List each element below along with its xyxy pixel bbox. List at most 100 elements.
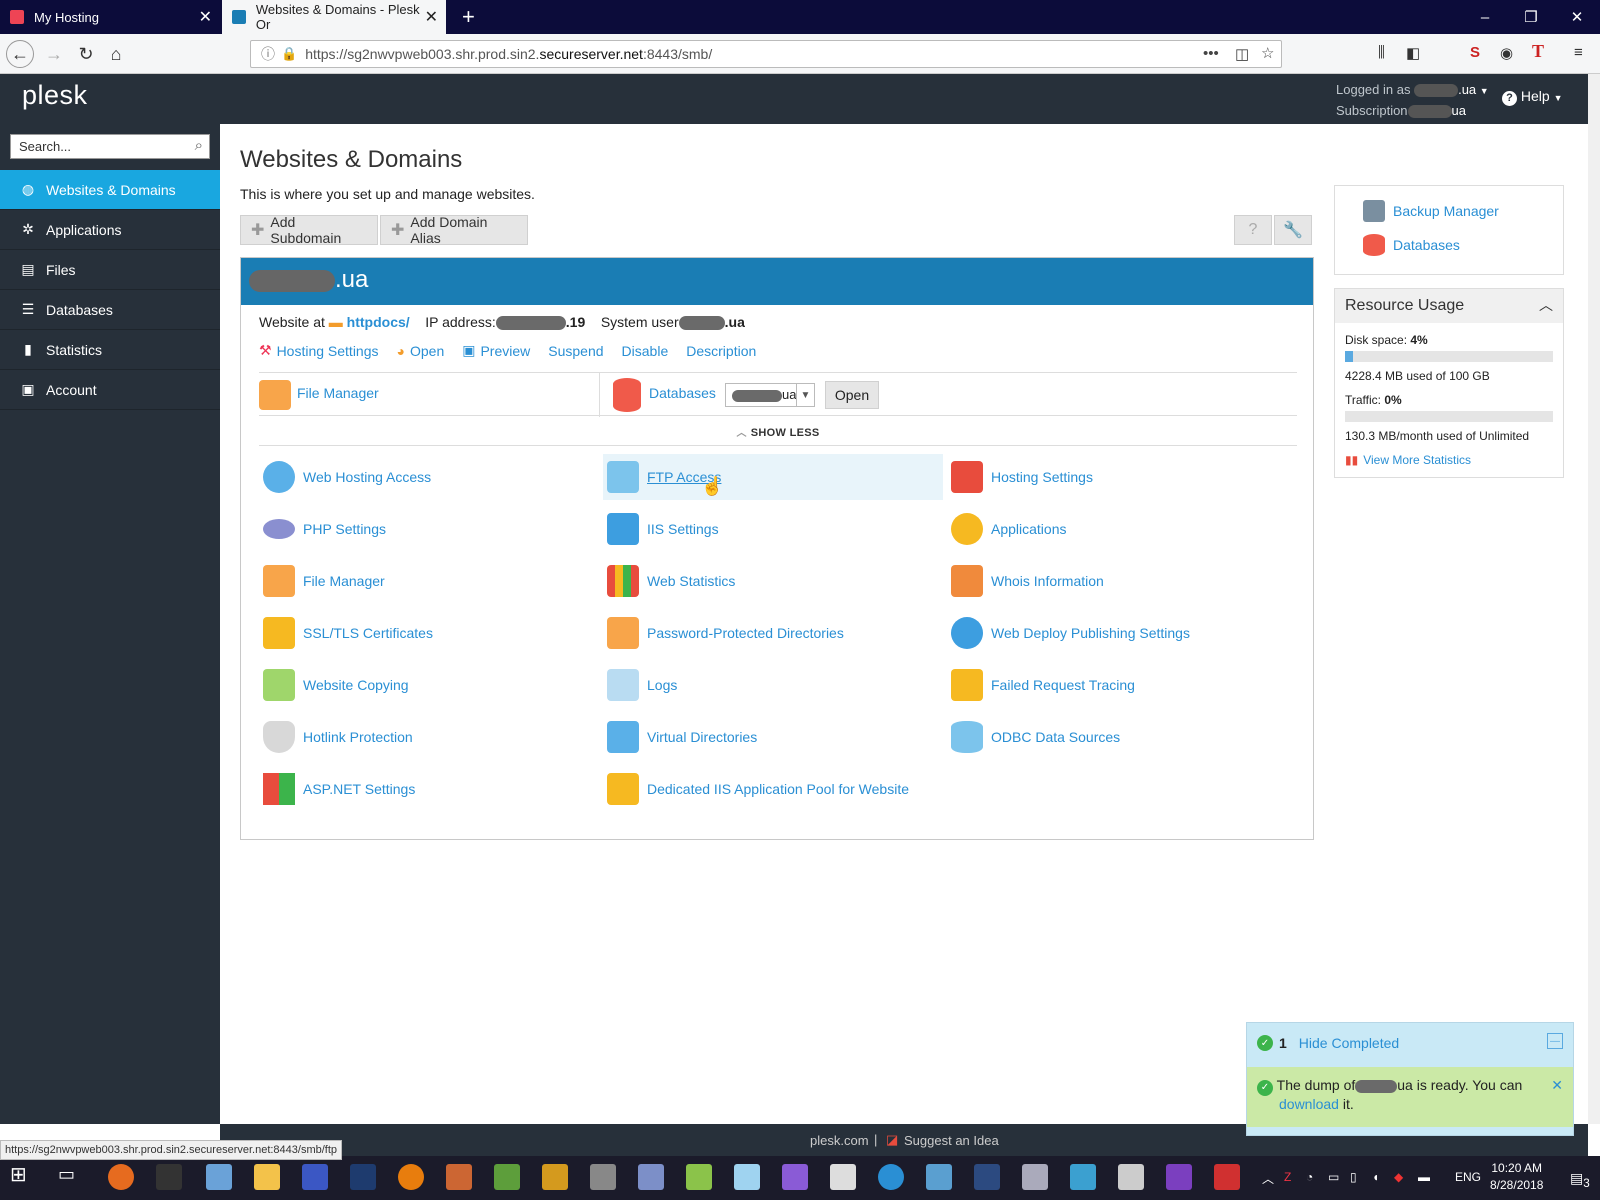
tool-label[interactable]: File Manager bbox=[303, 573, 385, 589]
minimize-icon[interactable]: – bbox=[1462, 0, 1508, 34]
bookmark-star-icon[interactable]: ☆ bbox=[1261, 44, 1274, 62]
sidebar-icon[interactable]: ◧ bbox=[1406, 44, 1420, 62]
page-scrollbar[interactable] bbox=[1588, 74, 1600, 1124]
app-icon[interactable] bbox=[446, 1164, 472, 1190]
minimize-icon[interactable]: — bbox=[1547, 1033, 1563, 1049]
tool-web-statistics[interactable]: Web Statistics bbox=[603, 558, 943, 604]
tool-logs[interactable]: Logs bbox=[603, 662, 943, 708]
plesk-com-link[interactable]: plesk.com bbox=[810, 1133, 869, 1148]
windows-start-icon[interactable]: ⊞ bbox=[10, 1162, 36, 1188]
app-icon[interactable] bbox=[1070, 1164, 1096, 1190]
database-select[interactable]: ua ▼ bbox=[725, 383, 815, 407]
pocket-icon[interactable]: ◫ bbox=[1235, 45, 1249, 63]
file-manager-quick-link[interactable]: File Manager bbox=[297, 385, 379, 401]
tool-php-settings[interactable]: PHP Settings bbox=[259, 506, 599, 552]
tool-label[interactable]: Web Deploy Publishing Settings bbox=[991, 625, 1190, 641]
sidebar-item-websites-domains[interactable]: ◍ Websites & Domains bbox=[0, 170, 220, 210]
tool-label[interactable]: ODBC Data Sources bbox=[991, 729, 1120, 745]
file-explorer-icon[interactable] bbox=[254, 1164, 280, 1190]
firefox-icon[interactable] bbox=[108, 1164, 134, 1190]
app-icon[interactable] bbox=[686, 1164, 712, 1190]
tool-ssl-tls-certificates[interactable]: SSL/TLS Certificates bbox=[259, 610, 599, 656]
tray-icon[interactable]: ◔ bbox=[1306, 1170, 1313, 1184]
open-link[interactable]: ◕ Open bbox=[397, 342, 445, 359]
terminal-icon[interactable] bbox=[156, 1164, 182, 1190]
browser-tab-websites-domains[interactable]: Websites & Domains - Plesk Or ✕ bbox=[222, 0, 446, 34]
tab-close-icon[interactable]: ✕ bbox=[199, 7, 212, 27]
tray-expand-icon[interactable]: ︿ bbox=[1262, 1170, 1274, 1187]
add-subdomain-button[interactable]: ✚ Add Subdomain bbox=[240, 214, 378, 246]
new-tab-icon[interactable]: + bbox=[452, 0, 485, 34]
logged-in-user[interactable]: .ua bbox=[1458, 82, 1476, 97]
suspend-link[interactable]: Suspend bbox=[548, 342, 603, 359]
tool-label[interactable]: Web Statistics bbox=[647, 573, 735, 589]
tool-dedicated-iis-application-pool[interactable]: Dedicated IIS Application Pool for Websi… bbox=[603, 766, 1003, 812]
app-icon[interactable] bbox=[926, 1164, 952, 1190]
tool-label[interactable]: Website Copying bbox=[303, 677, 409, 693]
description-link[interactable]: Description bbox=[686, 342, 756, 359]
link-label[interactable]: Databases bbox=[1393, 237, 1460, 253]
tool-iis-settings[interactable]: IIS Settings bbox=[603, 506, 943, 552]
tool-label[interactable]: Logs bbox=[647, 677, 677, 693]
tool-web-deploy-publishing-settings[interactable]: Web Deploy Publishing Settings bbox=[947, 610, 1287, 656]
app-icon[interactable] bbox=[638, 1164, 664, 1190]
photoshop-icon[interactable] bbox=[350, 1164, 376, 1190]
resource-usage-header[interactable]: Resource Usage ︿ bbox=[1335, 289, 1563, 323]
more-icon[interactable]: ••• bbox=[1203, 45, 1219, 62]
download-link[interactable]: download bbox=[1279, 1096, 1339, 1112]
tool-applications[interactable]: Applications bbox=[947, 506, 1287, 552]
tool-failed-request-tracing[interactable]: Failed Request Tracing bbox=[947, 662, 1287, 708]
app-icon[interactable] bbox=[542, 1164, 568, 1190]
tool-label[interactable]: SSL/TLS Certificates bbox=[303, 625, 433, 641]
info-icon[interactable]: ⓘ bbox=[261, 44, 275, 64]
filezilla-tray-icon[interactable]: Z bbox=[1284, 1170, 1291, 1184]
view-more-statistics-link[interactable]: ▮▮ View More Statistics bbox=[1345, 453, 1471, 467]
show-less-toggle[interactable]: ︿ SHOW LESS bbox=[241, 424, 1315, 439]
task-view-icon[interactable]: ▭ bbox=[58, 1164, 84, 1190]
sidebar-item-files[interactable]: ▤ Files bbox=[0, 250, 220, 290]
tool-hosting-settings[interactable]: Hosting Settings bbox=[947, 454, 1287, 500]
tool-asp-net-settings[interactable]: ASP.NET Settings bbox=[259, 766, 599, 812]
help-menu[interactable]: ? Help ▼ bbox=[1502, 88, 1563, 106]
tab-close-icon[interactable]: ✕ bbox=[425, 7, 438, 27]
tray-icon[interactable]: ▬ bbox=[1418, 1170, 1430, 1184]
sidebar-item-databases[interactable]: ☰ Databases bbox=[0, 290, 220, 330]
tray-icon[interactable]: ◆ bbox=[1394, 1170, 1403, 1184]
browser-tab-my-hosting[interactable]: My Hosting ✕ bbox=[0, 0, 220, 34]
app-icon[interactable] bbox=[878, 1164, 904, 1190]
sidebar-item-applications[interactable]: ✲ Applications bbox=[0, 210, 220, 250]
tool-label[interactable]: Failed Request Tracing bbox=[991, 677, 1135, 693]
visual-studio-icon[interactable] bbox=[1166, 1164, 1192, 1190]
tool-virtual-directories[interactable]: Virtual Directories bbox=[603, 714, 943, 760]
sidebar-item-account[interactable]: ▣ Account bbox=[0, 370, 220, 410]
url-bar[interactable]: ⓘ 🔒 https://sg2nwvpweb003.shr.prod.sin2.… bbox=[250, 40, 1282, 68]
search-icon[interactable]: ⌕ bbox=[195, 137, 203, 154]
preview-link[interactable]: ▣ Preview bbox=[462, 342, 530, 359]
tool-ftp-access[interactable]: FTP Access bbox=[603, 454, 943, 500]
tool-label[interactable]: Applications bbox=[991, 521, 1067, 537]
home-icon[interactable]: ⌂ bbox=[102, 40, 130, 68]
app-icon[interactable] bbox=[974, 1164, 1000, 1190]
volume-icon[interactable]: ◖ bbox=[1372, 1170, 1379, 1184]
window-close-icon[interactable]: ✕ bbox=[1554, 0, 1600, 34]
docroot-link[interactable]: httpdocs/ bbox=[347, 314, 410, 330]
link-label[interactable]: Backup Manager bbox=[1393, 203, 1499, 219]
extension-s-icon[interactable]: S bbox=[1470, 44, 1480, 61]
hide-completed-link[interactable]: Hide Completed bbox=[1299, 1035, 1399, 1051]
tool-web-hosting-access[interactable]: Web Hosting Access bbox=[259, 454, 599, 500]
add-domain-alias-button[interactable]: ✚ Add Domain Alias bbox=[380, 214, 528, 246]
tray-icon[interactable]: ▯ bbox=[1350, 1170, 1357, 1184]
menu-icon[interactable]: ≡ bbox=[1574, 44, 1583, 61]
tool-label[interactable]: Web Hosting Access bbox=[303, 469, 431, 485]
tool-website-copying[interactable]: Website Copying bbox=[259, 662, 599, 708]
app-icon[interactable] bbox=[1022, 1164, 1048, 1190]
suggest-idea-link[interactable]: Suggest an Idea bbox=[904, 1133, 999, 1148]
tool-password-protected-directories[interactable]: Password-Protected Directories bbox=[603, 610, 943, 656]
tool-label[interactable]: Hosting Settings bbox=[991, 469, 1093, 485]
tool-label[interactable]: Dedicated IIS Application Pool for Websi… bbox=[647, 781, 909, 797]
forward-icon[interactable]: → bbox=[40, 40, 68, 68]
wrench-icon[interactable]: 🔧 bbox=[1274, 215, 1312, 245]
app-icon[interactable] bbox=[302, 1164, 328, 1190]
tool-label[interactable]: Virtual Directories bbox=[647, 729, 757, 745]
tool-file-manager[interactable]: File Manager bbox=[259, 558, 599, 604]
